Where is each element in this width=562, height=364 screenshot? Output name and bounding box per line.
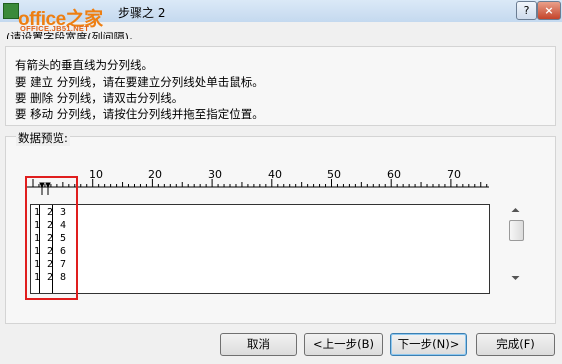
dialog-title: 步骤之 2 [118,6,166,20]
scrollbar-thumb[interactable] [509,220,524,241]
ruler-label: 60 [387,168,401,181]
ruler-label: 40 [268,168,282,181]
ruler-label: 10 [89,168,103,181]
column-ruler[interactable]: 10 20 30 40 50 60 70 [27,168,491,196]
ruler-label: 50 [327,168,341,181]
info-line: 有箭头的垂直线为分列线。 [15,58,153,72]
instruction-text: (请设置字段宽度(列间隔)。 [6,31,140,39]
info-line: 要 建立 分列线，请在要建立分列线处单击鼠标。 [15,75,264,89]
data-preview-grid[interactable]: 123 124 125 126 127 128 [30,204,490,294]
info-line: 要 移动 分列线，请按住分列线并拖至指定位置。 [15,107,264,121]
help-button[interactable]: ? [516,1,537,20]
preview-label: 数据预览: [16,130,70,146]
finish-button[interactable]: 完成(F) [476,333,555,356]
back-button[interactable]: <上一步(B) [304,333,383,356]
info-line: 要 删除 分列线，请双击分列线。 [15,91,184,105]
close-button[interactable]: × [537,1,561,20]
ruler-label: 20 [148,168,162,181]
vertical-scrollbar[interactable] [508,205,523,283]
highlight-annotation [25,176,78,300]
excel-app-icon [3,3,19,19]
ruler-label: 30 [208,168,222,181]
info-panel: 有箭头的垂直线为分列线。 要 建立 分列线，请在要建立分列线处单击鼠标。 要 删… [5,46,556,126]
cancel-button[interactable]: 取消 [220,333,297,356]
scroll-down-icon[interactable] [511,276,520,280]
ruler-label: 70 [447,168,461,181]
scroll-up-icon[interactable] [511,208,520,212]
next-button[interactable]: 下一步(N)> [390,333,467,356]
